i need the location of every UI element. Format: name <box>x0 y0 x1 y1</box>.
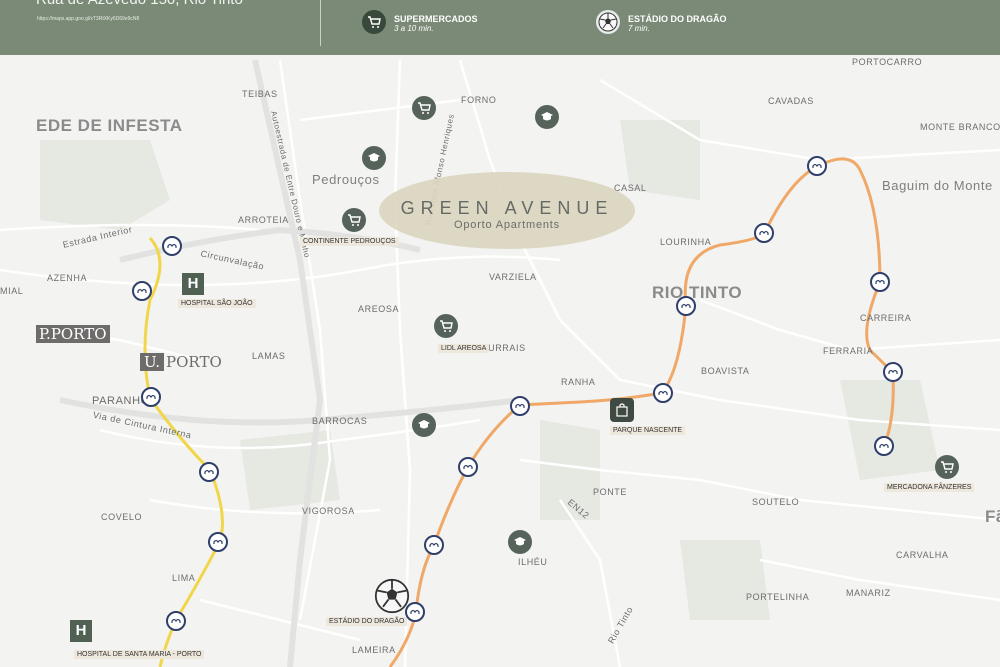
graduation-cap-icon[interactable] <box>535 105 559 129</box>
place-label: COVELO <box>101 512 143 522</box>
metro-station-icon[interactable] <box>676 296 696 316</box>
hospital-icon[interactable]: H <box>182 273 204 295</box>
metro-station-icon[interactable] <box>166 611 186 631</box>
place-label: LAMEIRA <box>352 645 396 655</box>
place-label: AREOSA <box>358 304 400 314</box>
graduation-cap-icon[interactable] <box>362 146 386 170</box>
amenity-title: ESTÁDIO DO DRAGÃO <box>628 14 727 24</box>
pporto-logo: P.PORTO <box>36 325 110 343</box>
poi-label: LIDL AREOSA <box>438 344 490 353</box>
place-label: CARREIRA <box>860 313 912 323</box>
metro-station-icon[interactable] <box>208 532 228 552</box>
place-label: ARROTEIA <box>238 215 289 225</box>
place-label: BOAVISTA <box>701 366 750 376</box>
property-subtitle: Oporto Apartments <box>454 219 560 231</box>
place-label: Pedrouços <box>312 172 380 187</box>
place-label: FERRARIA <box>823 346 874 356</box>
metro-station-icon[interactable] <box>141 387 161 407</box>
place-label: MONTE BRANCO <box>920 122 1000 132</box>
metro-station-icon[interactable] <box>807 156 827 176</box>
graduation-cap-icon[interactable] <box>508 530 532 554</box>
metro-station-icon[interactable] <box>653 383 673 403</box>
place-label: CAVADAS <box>768 96 814 106</box>
metro-station-icon[interactable] <box>874 436 894 456</box>
soccer-ball-icon <box>596 10 620 34</box>
place-label: PONTE <box>593 487 628 497</box>
info-header: Rua de Azevedo 150, Rio Tinto https://ma… <box>0 0 1000 55</box>
place-label: RIO TINTO <box>652 283 743 302</box>
cart-icon[interactable] <box>434 314 458 338</box>
place-label: AZENHA <box>47 273 88 283</box>
place-label: Fã <box>985 507 1000 526</box>
place-label: VARZIELA <box>489 272 537 282</box>
place-label: SOUTELO <box>752 497 800 507</box>
poi-label: MERCADONA FÂNZERES <box>884 483 975 492</box>
metro-station-icon[interactable] <box>754 223 774 243</box>
place-label: VIGOROSA <box>302 506 355 516</box>
place-label: EDE DE INFESTA <box>36 116 183 135</box>
map-url[interactable]: https://maps.app.goo.gl/xT3RtXKy6D69e9cN… <box>37 16 139 22</box>
metro-station-icon[interactable] <box>405 602 425 622</box>
metro-station-icon[interactable] <box>458 457 478 477</box>
hospital-icon[interactable]: H <box>70 620 92 642</box>
place-label: LOURINHA <box>660 237 712 247</box>
place-label: CARVALHA <box>896 550 949 560</box>
amenity-time: 7 min. <box>628 24 650 33</box>
amenity-stadium: ESTÁDIO DO DRAGÃO 7 min. <box>596 10 727 34</box>
place-label: FORNO <box>461 95 497 105</box>
place-label: BARROCAS <box>312 416 368 426</box>
metro-station-icon[interactable] <box>132 281 152 301</box>
amenity-time: 3 a 10 min. <box>394 24 434 33</box>
map-stage: Rua de Azevedo 150, Rio Tinto https://ma… <box>0 0 1000 667</box>
shopping-bag-icon[interactable] <box>610 398 634 422</box>
map-canvas[interactable] <box>0 0 1000 667</box>
poi-label: CONTINENTE PEDROUÇOS <box>300 237 399 246</box>
address-text: Rua de Azevedo 150, Rio Tinto <box>36 0 243 8</box>
place-label: MIAL <box>0 286 24 296</box>
metro-station-icon[interactable] <box>162 236 182 256</box>
poi-label: PARQUE NASCENTE <box>610 426 686 435</box>
place-label: TEIBAS <box>242 89 278 99</box>
header-divider <box>320 0 321 46</box>
place-label: Baguim do Monte <box>882 178 993 193</box>
metro-station-icon[interactable] <box>510 396 530 416</box>
poi-label: ESTÁDIO DO DRAGÃO <box>326 617 408 626</box>
metro-station-icon[interactable] <box>883 362 903 382</box>
cart-icon[interactable] <box>412 96 436 120</box>
place-label: ILHÉU <box>518 557 548 567</box>
cart-icon[interactable] <box>935 455 959 479</box>
place-label: LIMA <box>172 573 196 583</box>
place-label: MANARIZ <box>846 588 891 598</box>
poi-label: HOSPITAL SÃO JOÃO <box>178 299 256 308</box>
uporto-logo-u: U. <box>140 353 165 371</box>
place-label: PORTELINHA <box>746 592 810 602</box>
metro-station-icon[interactable] <box>870 272 890 292</box>
graduation-cap-icon[interactable] <box>412 413 436 437</box>
poi-label: HOSPITAL DE SANTA MARIA - PORTO <box>74 650 205 659</box>
place-label: LAMAS <box>252 351 286 361</box>
cart-icon <box>362 10 386 34</box>
metro-station-icon[interactable] <box>424 535 444 555</box>
amenity-title: SUPERMERCADOS <box>394 14 478 24</box>
metro-station-icon[interactable] <box>199 462 219 482</box>
cart-icon[interactable] <box>342 208 366 232</box>
place-label: RANHA <box>561 377 596 387</box>
property-marker[interactable]: GREEN AVENUE Oporto Apartments <box>379 172 635 249</box>
place-label: PORTOCARRO <box>852 57 923 67</box>
uporto-logo: U. PORTO <box>140 353 222 371</box>
uporto-logo-text: PORTO <box>166 353 222 371</box>
property-name: GREEN AVENUE <box>400 198 614 218</box>
amenity-supermarkets: SUPERMERCADOS 3 a 10 min. <box>362 10 478 34</box>
